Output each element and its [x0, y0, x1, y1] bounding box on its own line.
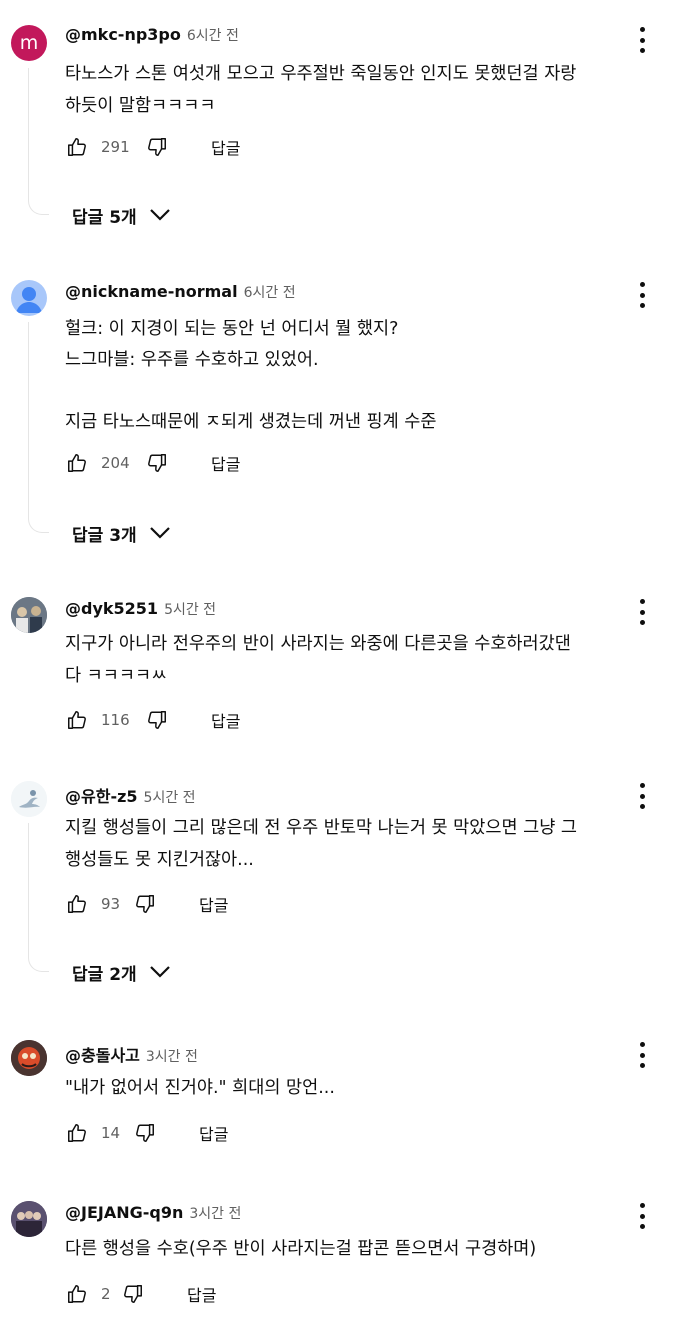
author-handle[interactable]: @JEJANG-q9n: [65, 1203, 183, 1222]
comment-header: @유한-z5 5시간 전: [65, 783, 196, 807]
like-count: 291: [101, 138, 130, 156]
comment-time[interactable]: 6시간 전: [244, 282, 296, 302]
chevron-down-icon: [149, 527, 170, 539]
comment-time[interactable]: 5시간 전: [144, 787, 196, 807]
comment-header: @mkc-np3po 6시간 전: [65, 25, 239, 49]
avatar-letter: m: [19, 32, 39, 54]
thread-line: [28, 68, 29, 200]
author-handle[interactable]: @dyk5251: [65, 599, 158, 618]
thread-line: [28, 322, 29, 518]
like-count: 204: [101, 454, 130, 472]
author-handle[interactable]: @충돌사고: [65, 1042, 140, 1066]
reply-button[interactable]: 답글: [199, 892, 228, 916]
replies-label: 답글 3개: [72, 525, 137, 546]
thumbs-up-icon[interactable]: [65, 135, 89, 159]
more-vert-icon[interactable]: [630, 597, 654, 627]
comment-text: 다른 행성을 수호(우주 반이 사라지는걸 팝콘 뜯으면서 구경하며): [65, 1239, 537, 1259]
like-count: 14: [101, 1124, 121, 1142]
comment-header: @dyk5251 5시간 전: [65, 599, 216, 623]
thread-line: [28, 823, 29, 957]
comment-text: "내가 없어서 진거야." 희대의 망언...: [65, 1078, 335, 1098]
thumbs-down-icon[interactable]: [145, 135, 169, 159]
avatar[interactable]: [11, 1201, 47, 1237]
reply-button[interactable]: 답글: [211, 451, 240, 475]
comment-text: 타노스가 스톤 여섯개 모으고 우주절반 죽일동안 인지도 못했던걸 자랑 하듯…: [65, 64, 577, 116]
reply-button[interactable]: 답글: [187, 1282, 216, 1306]
comment-actions: 291 답글: [65, 133, 240, 161]
comment-time[interactable]: 6시간 전: [187, 25, 239, 45]
comment-time[interactable]: 3시간 전: [146, 1046, 198, 1066]
thumbs-up-icon[interactable]: [65, 1282, 89, 1306]
author-handle[interactable]: @유한-z5: [65, 783, 138, 807]
avatar[interactable]: m: [11, 25, 47, 61]
thumbs-down-icon[interactable]: [145, 451, 169, 475]
view-replies-button[interactable]: 답글 2개: [72, 957, 171, 987]
author-handle[interactable]: @nickname-normal: [65, 282, 238, 301]
author-handle[interactable]: @mkc-np3po: [65, 25, 181, 44]
comment-actions: 2 답글: [65, 1280, 216, 1308]
thumbs-up-icon[interactable]: [65, 451, 89, 475]
thumbs-down-icon[interactable]: [133, 892, 157, 916]
reply-button[interactable]: 답글: [211, 708, 240, 732]
more-vert-icon[interactable]: [630, 1040, 654, 1070]
comment-time[interactable]: 5시간 전: [164, 599, 216, 619]
thumbs-down-icon[interactable]: [133, 1121, 157, 1145]
like-count: 116: [101, 711, 130, 729]
thumbs-down-icon[interactable]: [145, 708, 169, 732]
like-count: 2: [101, 1285, 111, 1303]
thread-connector: [28, 957, 49, 972]
reply-button[interactable]: 답글: [199, 1121, 228, 1145]
view-replies-button[interactable]: 답글 3개: [72, 518, 171, 548]
thumbs-up-icon[interactable]: [65, 708, 89, 732]
chevron-down-icon: [149, 209, 170, 221]
chevron-down-icon: [149, 966, 170, 978]
avatar[interactable]: [11, 280, 47, 316]
more-vert-icon[interactable]: [630, 280, 654, 310]
comment-text: 지킬 행성들이 그리 많은데 전 우주 반토막 나는거 못 막았으면 그냥 그 …: [65, 818, 577, 870]
comment-text: 헐크: 이 지경이 되는 동안 넌 어디서 뭘 했지? 느그마블: 우주를 수호…: [65, 319, 437, 432]
comment-header: @JEJANG-q9n 3시간 전: [65, 1203, 241, 1227]
avatar[interactable]: [11, 781, 47, 817]
comment-actions: 93 답글: [65, 890, 228, 918]
comment-actions: 204 답글: [65, 449, 240, 477]
thumbs-down-icon[interactable]: [121, 1282, 145, 1306]
more-vert-icon[interactable]: [630, 25, 654, 55]
comment-text: 지구가 아니라 전우주의 반이 사라지는 와중에 다른곳을 수호하러갔댄 다 ㅋ…: [65, 634, 571, 686]
reply-button[interactable]: 답글: [211, 135, 240, 159]
more-vert-icon[interactable]: [630, 781, 654, 811]
comment-time[interactable]: 3시간 전: [189, 1203, 241, 1223]
thumbs-up-icon[interactable]: [65, 1121, 89, 1145]
view-replies-button[interactable]: 답글 5개: [72, 200, 171, 230]
more-vert-icon[interactable]: [630, 1201, 654, 1231]
thumbs-up-icon[interactable]: [65, 892, 89, 916]
replies-label: 답글 5개: [72, 207, 137, 228]
like-count: 93: [101, 895, 121, 913]
comment-actions: 14 답글: [65, 1119, 228, 1147]
comment-header: @충돌사고 3시간 전: [65, 1042, 198, 1066]
thread-connector: [28, 518, 49, 533]
thread-connector: [28, 200, 49, 215]
avatar[interactable]: [11, 1040, 47, 1076]
comment-actions: 116 답글: [65, 706, 240, 734]
replies-label: 답글 2개: [72, 964, 137, 985]
avatar[interactable]: [11, 597, 47, 633]
comment-header: @nickname-normal 6시간 전: [65, 282, 296, 306]
